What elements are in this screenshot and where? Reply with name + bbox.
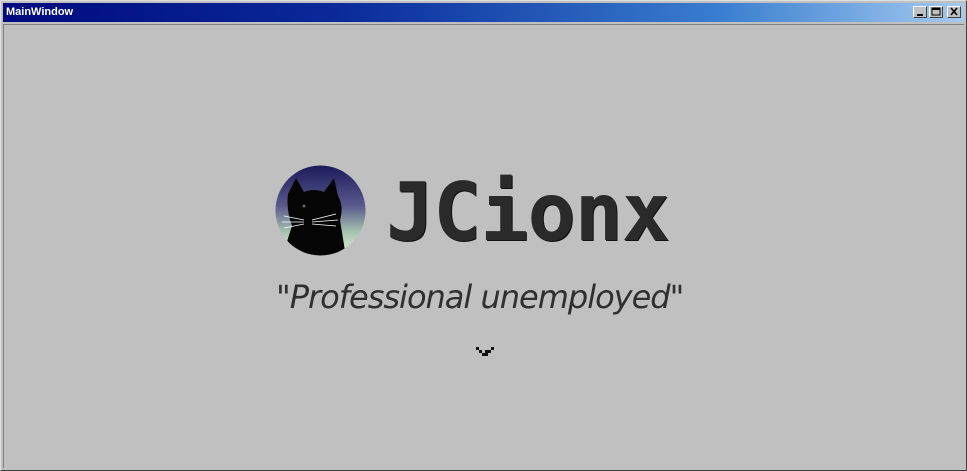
chevron-down-icon[interactable] — [474, 345, 496, 359]
window-title: MainWindow — [6, 6, 74, 18]
minimize-icon — [917, 14, 923, 16]
minimize-button[interactable] — [913, 6, 927, 18]
brand-name: JCionx — [386, 166, 670, 259]
maximize-icon — [931, 7, 941, 16]
close-icon — [950, 7, 958, 16]
title-bar[interactable]: MainWindow — [3, 3, 964, 22]
close-button[interactable] — [947, 6, 961, 18]
black-cat-avatar — [275, 165, 366, 256]
tagline: "Professional unemployed" — [276, 278, 684, 316]
client-area: JCionx "Professional unemployed" — [3, 24, 964, 468]
main-window: MainWindow JCionx "Professional unemploy… — [0, 0, 967, 471]
maximize-button[interactable] — [929, 6, 943, 18]
